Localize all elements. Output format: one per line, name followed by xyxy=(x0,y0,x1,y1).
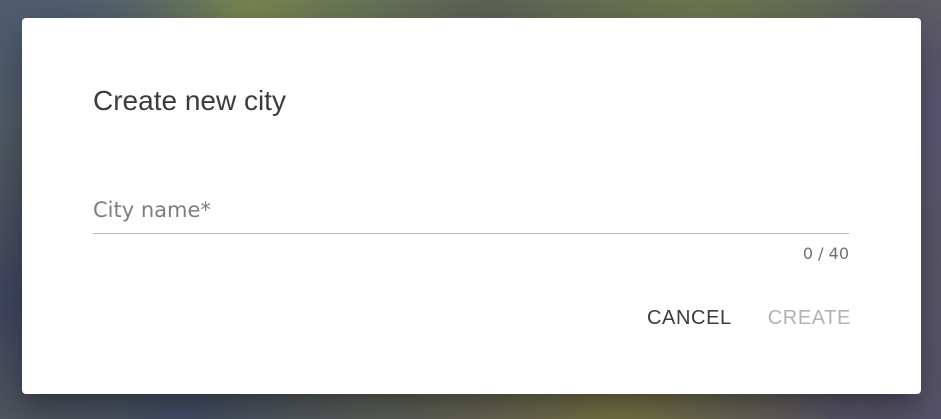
field-underline xyxy=(93,233,849,234)
cancel-button[interactable]: CANCEL xyxy=(637,302,742,334)
dialog-title: Create new city xyxy=(93,85,286,116)
create-city-dialog: Create new city City name* 0 / 40 CANCEL… xyxy=(22,18,921,394)
character-counter: 0 / 40 xyxy=(802,244,849,263)
city-name-input[interactable] xyxy=(93,190,849,232)
city-name-field[interactable]: City name* xyxy=(93,190,849,234)
create-button[interactable]: CREATE xyxy=(758,302,861,334)
dialog-actions: CANCEL CREATE xyxy=(637,302,861,334)
